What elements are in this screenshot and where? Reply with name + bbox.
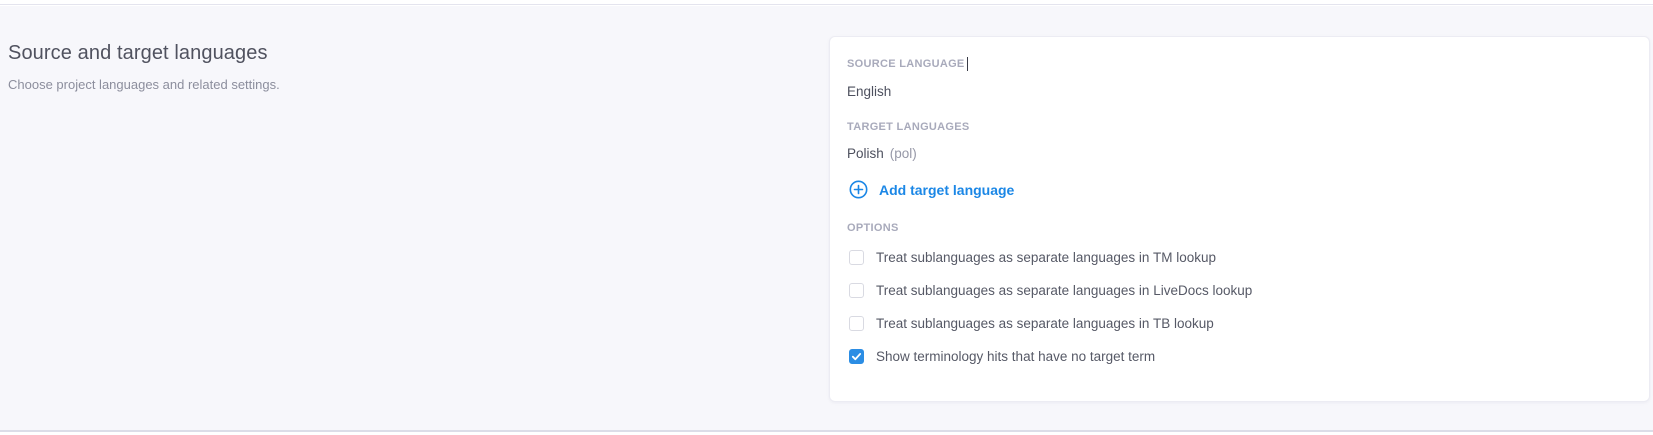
top-divider — [0, 0, 1653, 5]
checkbox-livedocs-lookup[interactable] — [849, 283, 864, 298]
options-label: OPTIONS — [847, 222, 1631, 234]
target-language-item: Polish (pol) — [847, 146, 1631, 161]
source-language-value: English — [847, 84, 1631, 99]
add-target-language-button[interactable]: Add target language — [849, 180, 1631, 199]
bottom-divider — [0, 430, 1653, 432]
add-target-language-label[interactable]: Add target language — [879, 182, 1014, 198]
target-languages-label: TARGET LANGUAGES — [847, 121, 1631, 133]
option-livedocs-lookup[interactable]: Treat sublanguages as separate languages… — [849, 281, 1631, 300]
option-tb-lookup[interactable]: Treat sublanguages as separate languages… — [849, 314, 1631, 333]
plus-circle-icon — [849, 180, 868, 199]
languages-card: SOURCE LANGUAGE English TARGET LANGUAGES… — [829, 36, 1650, 402]
target-language-name: Polish — [847, 146, 884, 161]
source-language-label-text: SOURCE LANGUAGE — [847, 58, 965, 70]
option-livedocs-lookup-label[interactable]: Treat sublanguages as separate languages… — [876, 283, 1252, 298]
option-tm-lookup[interactable]: Treat sublanguages as separate languages… — [849, 248, 1631, 267]
option-terminology-hits[interactable]: Show terminology hits that have no targe… — [849, 347, 1631, 366]
languages-settings-section: Source and target languages Choose proje… — [0, 6, 1653, 430]
section-title: Source and target languages — [8, 42, 268, 65]
option-tb-lookup-label[interactable]: Treat sublanguages as separate languages… — [876, 316, 1214, 331]
text-cursor — [967, 57, 968, 71]
checkbox-tm-lookup[interactable] — [849, 250, 864, 265]
checkbox-tb-lookup[interactable] — [849, 316, 864, 331]
option-tm-lookup-label[interactable]: Treat sublanguages as separate languages… — [876, 250, 1216, 265]
option-terminology-hits-label[interactable]: Show terminology hits that have no targe… — [876, 349, 1155, 364]
section-description: Choose project languages and related set… — [8, 77, 280, 92]
target-language-code: (pol) — [890, 146, 917, 161]
source-language-label: SOURCE LANGUAGE — [847, 57, 1631, 71]
checkbox-terminology-hits[interactable] — [849, 349, 864, 364]
